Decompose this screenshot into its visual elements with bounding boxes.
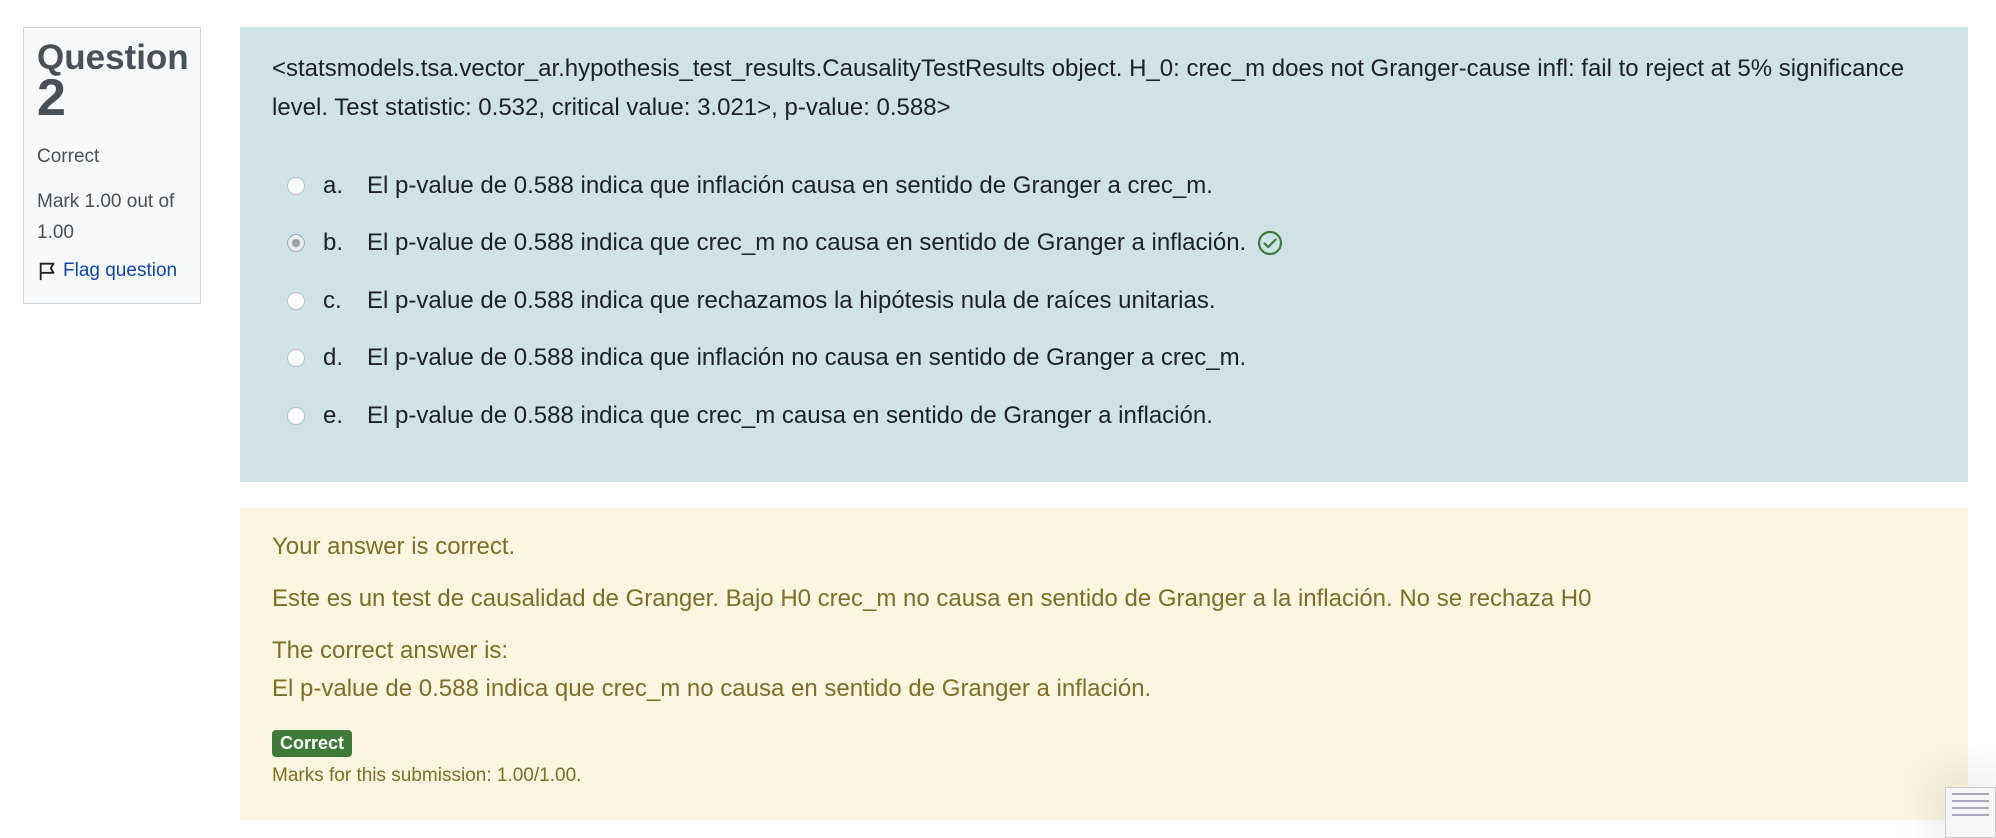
answer-letter: a.	[323, 171, 344, 199]
status-badge: Correct	[272, 730, 353, 757]
question-info-panel: Question 2 Correct Mark 1.00 out of 1.00…	[23, 27, 201, 304]
answer-text[interactable]: El p-value de 0.588 indica que inflación…	[367, 172, 1213, 200]
question-grade: Mark 1.00 out of 1.00	[37, 191, 175, 243]
answer-option-e[interactable]: e. El p-value de 0.588 indica que crec_m…	[272, 387, 1936, 445]
answer-radio-a[interactable]	[287, 176, 305, 195]
right-answer-text: El p-value de 0.588 indica que crec_m no…	[272, 675, 1152, 702]
answer-option-c[interactable]: c. El p-value de 0.588 indica que rechaz…	[272, 272, 1936, 330]
submission-marks: Marks for this submission: 1.00/1.00.	[272, 765, 582, 786]
answer-radio-d[interactable]	[287, 349, 305, 368]
page-thumbnail-preview[interactable]	[1945, 787, 1996, 838]
radio-selected-dot	[292, 239, 300, 248]
answer-list: a. El p-value de 0.588 indica que inflac…	[272, 157, 1936, 445]
flag-question-label[interactable]: Flag question	[63, 260, 177, 282]
answer-radio-b[interactable]	[287, 234, 305, 253]
answer-radio-e[interactable]	[287, 406, 305, 425]
answer-option-d[interactable]: d. El p-value de 0.588 indica que inflac…	[272, 330, 1936, 388]
thumb-line	[1952, 814, 1989, 816]
feedback-panel: Your answer is correct. Este es un test …	[240, 508, 1968, 820]
general-feedback: Este es un test de causalidad de Granger…	[272, 585, 1592, 612]
answer-option-a[interactable]: a. El p-value de 0.588 indica que inflac…	[272, 157, 1936, 215]
answer-letter: c.	[323, 286, 342, 314]
right-answer-label: The correct answer is:	[272, 637, 509, 664]
specific-feedback: Your answer is correct.	[272, 533, 516, 560]
question-formulation: <statsmodels.tsa.vector_ar.hypothesis_te…	[240, 27, 1968, 482]
answer-text[interactable]: El p-value de 0.588 indica que rechazamo…	[367, 287, 1216, 315]
answer-letter: d.	[323, 344, 344, 372]
answer-option-b[interactable]: b. El p-value de 0.588 indica que crec_m…	[272, 215, 1936, 273]
answer-radio-c[interactable]	[287, 291, 305, 310]
thumb-line	[1952, 793, 1989, 795]
flag-icon	[39, 262, 55, 281]
answer-letter: e.	[323, 401, 344, 429]
correct-check-icon	[1258, 231, 1283, 256]
answer-text[interactable]: El p-value de 0.588 indica que inflación…	[367, 344, 1246, 372]
thumb-line	[1952, 800, 1989, 802]
answer-text[interactable]: El p-value de 0.588 indica que crec_m no…	[367, 229, 1246, 257]
flag-question-link[interactable]: Flag question	[37, 260, 187, 282]
question-state: Correct	[37, 146, 100, 167]
answer-letter: b.	[323, 229, 344, 257]
question-number: 2	[37, 69, 66, 127]
thumb-line	[1952, 807, 1989, 809]
question-text: <statsmodels.tsa.vector_ar.hypothesis_te…	[272, 55, 1905, 121]
answer-text[interactable]: El p-value de 0.588 indica que crec_m ca…	[367, 402, 1213, 430]
